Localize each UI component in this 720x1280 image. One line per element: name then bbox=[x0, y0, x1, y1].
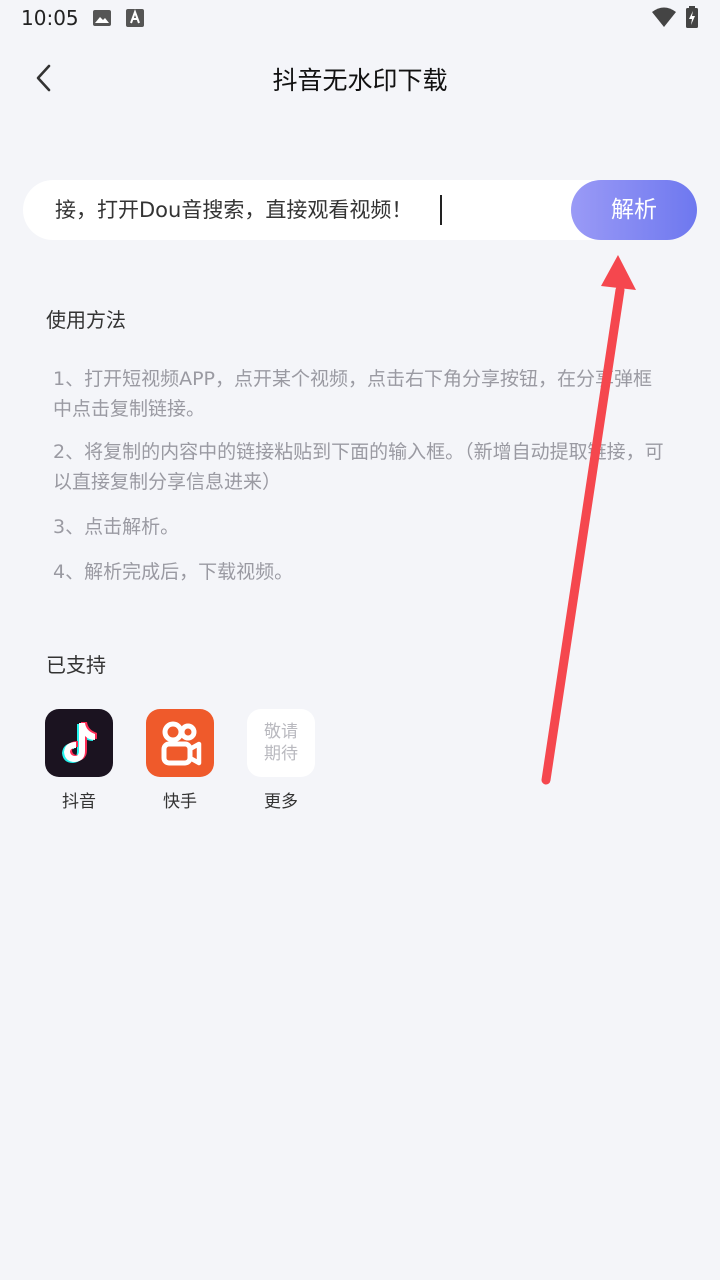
app-label-kuaishou: 快手 bbox=[163, 792, 197, 812]
more-placeholder-text: 敬请期待 bbox=[264, 722, 298, 764]
usage-step-2: 2、将复制的内容中的链接粘贴到下面的输入框。（新增自动提取链接，可以直接复制分享… bbox=[53, 441, 664, 493]
more-placeholder: 敬请期待 bbox=[247, 709, 315, 777]
status-time: 10:05 bbox=[21, 6, 79, 30]
battery-charging-icon bbox=[685, 6, 699, 32]
usage-step-3: 3、点击解析。 bbox=[53, 516, 180, 538]
app-item-more[interactable]: 敬请期待 更多 bbox=[247, 709, 315, 812]
a-badge-icon bbox=[125, 8, 145, 32]
page-title: 抖音无水印下载 bbox=[272, 66, 448, 95]
parse-button[interactable]: 解析 bbox=[571, 180, 697, 240]
status-bar: 10:05 bbox=[0, 0, 720, 38]
usage-step-1: 1、打开短视频APP，点开某个视频，点击右下角分享按钮，在分享弹框中点击复制链接… bbox=[53, 368, 653, 420]
supported-title: 已支持 bbox=[46, 653, 106, 677]
text-caret bbox=[440, 195, 442, 225]
app-label-douyin: 抖音 bbox=[62, 792, 96, 812]
wifi-icon bbox=[651, 6, 677, 32]
app-item-douyin[interactable]: 抖音 bbox=[45, 709, 113, 812]
link-input[interactable] bbox=[55, 180, 565, 240]
usage-step-4: 4、解析完成后，下载视频。 bbox=[53, 561, 294, 583]
header-bar: 抖音无水印下载 bbox=[0, 48, 720, 108]
image-icon bbox=[92, 8, 112, 32]
usage-title: 使用方法 bbox=[46, 308, 126, 332]
app-label-more: 更多 bbox=[264, 792, 298, 812]
kuaishou-icon bbox=[146, 709, 214, 777]
tiktok-icon bbox=[45, 709, 113, 777]
app-item-kuaishou[interactable]: 快手 bbox=[146, 709, 214, 812]
